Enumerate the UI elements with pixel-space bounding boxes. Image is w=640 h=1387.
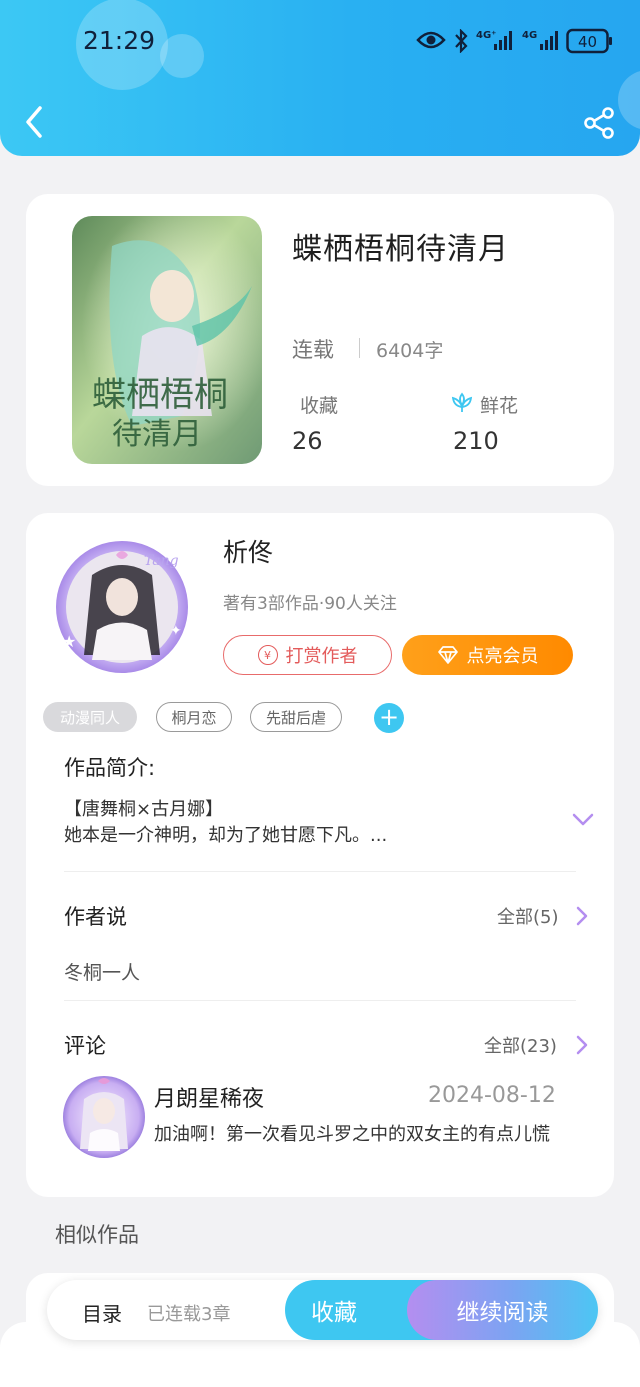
author-avatar[interactable]: Tang ★ ✦ bbox=[52, 535, 192, 675]
book-cover-image[interactable]: 蝶栖梧桐 待清月 bbox=[72, 216, 262, 464]
back-icon[interactable] bbox=[22, 104, 48, 140]
chevron-right-icon[interactable] bbox=[576, 906, 588, 926]
eye-icon bbox=[416, 31, 446, 49]
svg-text:★: ★ bbox=[62, 632, 76, 651]
status-time: 21:29 bbox=[83, 26, 156, 55]
diamond-icon bbox=[437, 646, 458, 664]
svg-text:4G: 4G bbox=[522, 30, 537, 41]
chevron-down-icon[interactable] bbox=[572, 813, 594, 827]
signal-icon: 4G bbox=[522, 30, 558, 50]
comments-all-link[interactable]: 全部(23) bbox=[484, 1032, 557, 1058]
favorites-count: 26 bbox=[292, 427, 323, 455]
vip-button[interactable]: 点亮会员 bbox=[402, 635, 573, 675]
divider bbox=[64, 871, 576, 872]
decorative-bubble bbox=[160, 34, 204, 78]
book-info-card: 蝶栖梧桐 待清月 蝶栖梧桐待清月 连载 6404字 收藏 26 鲜花 210 bbox=[26, 194, 614, 486]
signal-icon: 4G⁺ bbox=[476, 30, 512, 50]
author-says-label: 作者说 bbox=[64, 905, 127, 929]
comments-label: 评论 bbox=[64, 1034, 106, 1058]
similar-works-label: 相似作品 bbox=[55, 1223, 139, 1247]
collect-label: 收藏 bbox=[311, 1300, 357, 1326]
svg-text:Tang: Tang bbox=[144, 553, 179, 569]
bluetooth-icon bbox=[455, 29, 468, 53]
share-icon[interactable] bbox=[582, 106, 616, 140]
table-of-contents-button[interactable]: 目录 bbox=[82, 1298, 122, 1327]
battery-icon: 40 bbox=[566, 28, 612, 54]
author-details-card: Tang ★ ✦ 析佟 著有3部作品·90人关注 ¥ 打赏作者 点亮会员 动漫同… bbox=[26, 513, 614, 1197]
intro-text: 【唐舞桐×古月娜】 bbox=[64, 799, 224, 820]
svg-text:40: 40 bbox=[578, 33, 597, 51]
author-says-all-link[interactable]: 全部(5) bbox=[497, 903, 559, 929]
flowers-count: 210 bbox=[453, 427, 499, 455]
reward-author-label: 打赏作者 bbox=[285, 646, 358, 667]
chevron-right-icon[interactable] bbox=[576, 1035, 588, 1055]
continue-reading-button[interactable]: 继续阅读 bbox=[407, 1280, 598, 1340]
svg-text:✦: ✦ bbox=[170, 623, 182, 639]
flowers-label: 鲜花 bbox=[480, 395, 519, 417]
reward-author-button[interactable]: ¥ 打赏作者 bbox=[223, 635, 392, 675]
favorites-label: 收藏 bbox=[300, 395, 339, 417]
word-count: 6404字 bbox=[376, 340, 444, 362]
svg-text:待清月: 待清月 bbox=[112, 417, 202, 452]
yen-icon: ¥ bbox=[257, 645, 278, 665]
add-tag-icon[interactable]: + bbox=[374, 703, 404, 733]
comment-date: 2024-08-12 bbox=[428, 1083, 556, 1108]
intro-text: 她本是一介神明，却为了她甘愿下凡。... bbox=[64, 825, 388, 846]
tag-item[interactable]: 先甜后虐 bbox=[250, 702, 342, 732]
svg-text:蝶栖梧桐: 蝶栖梧桐 bbox=[92, 375, 228, 415]
comment-username[interactable]: 月朗星稀夜 bbox=[154, 1081, 264, 1113]
tag-item[interactable]: 桐月恋 bbox=[156, 702, 232, 732]
status-icons: 4G⁺ 4G 40 bbox=[416, 26, 614, 56]
flower-icon bbox=[451, 392, 473, 412]
author-meta: 著有3部作品·90人关注 bbox=[223, 594, 397, 614]
author-name[interactable]: 析佟 bbox=[223, 533, 273, 569]
commenter-avatar[interactable] bbox=[60, 1071, 148, 1159]
decorative-bubble bbox=[618, 70, 640, 130]
tag-item[interactable]: 动漫同人 bbox=[43, 702, 137, 732]
book-status: 连载 bbox=[292, 338, 334, 362]
comment-text: 加油啊！第一次看见斗罗之中的双女主的有点儿慌 bbox=[154, 1124, 550, 1145]
chapters-count: 已连载3章 bbox=[147, 1304, 231, 1325]
header-bar: 21:29 4G⁺ 4G 40 bbox=[0, 0, 640, 156]
divider bbox=[64, 1000, 576, 1001]
bottom-action-bar: 目录 已连载3章 收藏 继续阅读 bbox=[47, 1280, 598, 1340]
vip-label: 点亮会员 bbox=[466, 646, 539, 667]
book-title: 蝶栖梧桐待清月 bbox=[292, 232, 509, 267]
intro-label: 作品简介: bbox=[64, 756, 156, 780]
continue-reading-label: 继续阅读 bbox=[456, 1300, 549, 1326]
author-says-text: 冬桐一人 bbox=[64, 962, 141, 984]
svg-text:4G⁺: 4G⁺ bbox=[476, 30, 496, 41]
divider bbox=[359, 338, 360, 358]
